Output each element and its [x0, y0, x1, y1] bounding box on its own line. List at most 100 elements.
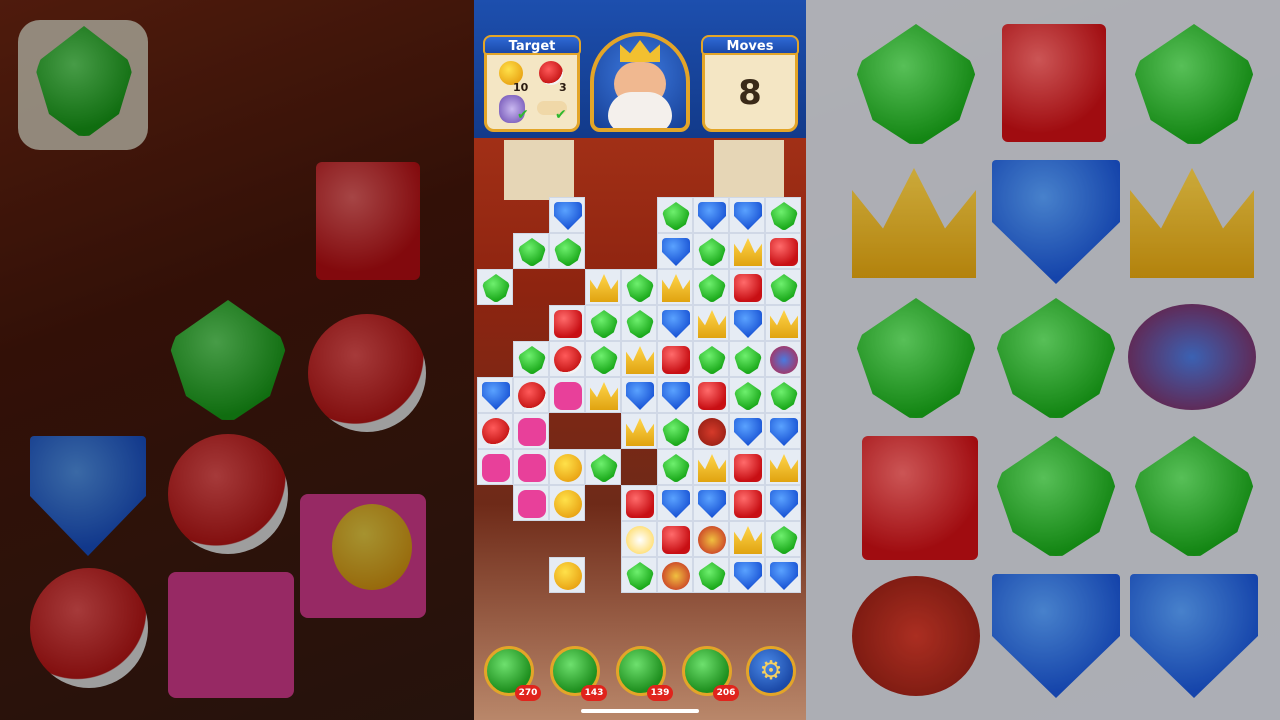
crown-piece[interactable] — [698, 310, 726, 338]
crown-piece[interactable] — [734, 526, 762, 554]
leaf-piece[interactable] — [698, 274, 726, 302]
leaf-piece[interactable] — [554, 238, 582, 266]
board-cell[interactable] — [765, 233, 801, 269]
jester-piece[interactable] — [698, 526, 726, 554]
board-cell[interactable] — [657, 485, 693, 521]
shield-piece[interactable] — [626, 382, 654, 410]
box-piece[interactable] — [662, 346, 690, 374]
board-cell[interactable] — [621, 521, 657, 557]
shield-piece[interactable] — [662, 310, 690, 338]
board-cell[interactable] — [621, 413, 657, 449]
leaf-piece[interactable] — [770, 202, 798, 230]
leaf-piece[interactable] — [662, 454, 690, 482]
board-cell[interactable] — [585, 341, 621, 377]
board-cell[interactable] — [657, 449, 693, 485]
board-cell[interactable] — [693, 485, 729, 521]
shield-piece[interactable] — [770, 490, 798, 518]
board-cell[interactable] — [621, 305, 657, 341]
shield-piece[interactable] — [734, 202, 762, 230]
leaf-piece[interactable] — [698, 562, 726, 590]
board-cell[interactable] — [621, 557, 657, 593]
board-cell[interactable] — [765, 377, 801, 413]
leaf-piece[interactable] — [518, 346, 546, 374]
board-cell[interactable] — [585, 305, 621, 341]
crown-piece[interactable] — [590, 274, 618, 302]
bird-piece[interactable] — [554, 346, 582, 374]
board-cell[interactable] — [477, 449, 513, 485]
leaf-piece[interactable] — [626, 562, 654, 590]
leaf-piece[interactable] — [626, 310, 654, 338]
board-cell[interactable] — [729, 413, 765, 449]
shield-piece[interactable] — [482, 382, 510, 410]
board-cell[interactable] — [657, 521, 693, 557]
shield-piece[interactable] — [662, 238, 690, 266]
board-cell[interactable] — [765, 341, 801, 377]
leaf-piece[interactable] — [698, 238, 726, 266]
board-cell[interactable] — [693, 377, 729, 413]
board-cell[interactable] — [693, 341, 729, 377]
board-cell[interactable] — [585, 269, 621, 305]
board-cell[interactable] — [657, 413, 693, 449]
cannon-booster-button[interactable]: 139 — [616, 646, 673, 701]
shield-piece[interactable] — [770, 562, 798, 590]
leaf-piece[interactable] — [590, 310, 618, 338]
box-piece[interactable] — [770, 238, 798, 266]
leaf-piece[interactable] — [770, 526, 798, 554]
shield-piece[interactable] — [734, 310, 762, 338]
board-cell[interactable] — [549, 341, 585, 377]
board-cell[interactable] — [729, 449, 765, 485]
leaf-piece[interactable] — [518, 238, 546, 266]
board-cell[interactable] — [549, 233, 585, 269]
box-piece[interactable] — [554, 310, 582, 338]
board-cell[interactable] — [729, 521, 765, 557]
crown-piece[interactable] — [734, 238, 762, 266]
leaf-piece[interactable] — [590, 454, 618, 482]
arrow-booster-button[interactable]: 143 — [550, 646, 607, 701]
board-cell[interactable] — [729, 269, 765, 305]
board-cell[interactable] — [729, 377, 765, 413]
leaf-piece[interactable] — [770, 382, 798, 410]
tnt-piece[interactable] — [698, 418, 726, 446]
hammer-booster-button[interactable]: 270 — [484, 646, 541, 701]
jester-piece[interactable] — [662, 562, 690, 590]
board-cell[interactable] — [693, 305, 729, 341]
duck-piece[interactable] — [554, 490, 582, 518]
board-cell[interactable] — [549, 485, 585, 521]
shield-piece[interactable] — [662, 382, 690, 410]
board-cell[interactable] — [549, 377, 585, 413]
board-cell[interactable] — [693, 413, 729, 449]
board-cell[interactable] — [765, 449, 801, 485]
board-cell[interactable] — [693, 233, 729, 269]
box-piece[interactable] — [734, 490, 762, 518]
crown-piece[interactable] — [698, 454, 726, 482]
pink-crate-piece[interactable] — [518, 454, 546, 482]
leaf-piece[interactable] — [734, 346, 762, 374]
board-cell[interactable] — [729, 197, 765, 233]
board-cell[interactable] — [693, 521, 729, 557]
board-cell[interactable] — [729, 341, 765, 377]
board-cell[interactable] — [513, 485, 549, 521]
shield-piece[interactable] — [554, 202, 582, 230]
settings-button[interactable]: ⚙ — [746, 646, 796, 696]
board-cell[interactable] — [585, 377, 621, 413]
jester-booster-button[interactable]: 206 — [682, 646, 739, 701]
board-cell[interactable] — [513, 341, 549, 377]
duck-piece[interactable] — [554, 454, 582, 482]
board-cell[interactable] — [621, 341, 657, 377]
crown-piece[interactable] — [770, 310, 798, 338]
board-cell[interactable] — [693, 449, 729, 485]
board-cell[interactable] — [621, 377, 657, 413]
board-cell[interactable] — [657, 341, 693, 377]
board-cell[interactable] — [657, 305, 693, 341]
shield-piece[interactable] — [698, 202, 726, 230]
board-cell[interactable] — [729, 233, 765, 269]
leaf-piece[interactable] — [590, 346, 618, 374]
leaf-piece[interactable] — [662, 418, 690, 446]
board-cell[interactable] — [513, 233, 549, 269]
leaf-piece[interactable] — [626, 274, 654, 302]
board-cell[interactable] — [549, 305, 585, 341]
board-cell[interactable] — [729, 485, 765, 521]
board-cell[interactable] — [693, 557, 729, 593]
pink-crate-piece[interactable] — [518, 418, 546, 446]
pink-crate-piece[interactable] — [518, 490, 546, 518]
